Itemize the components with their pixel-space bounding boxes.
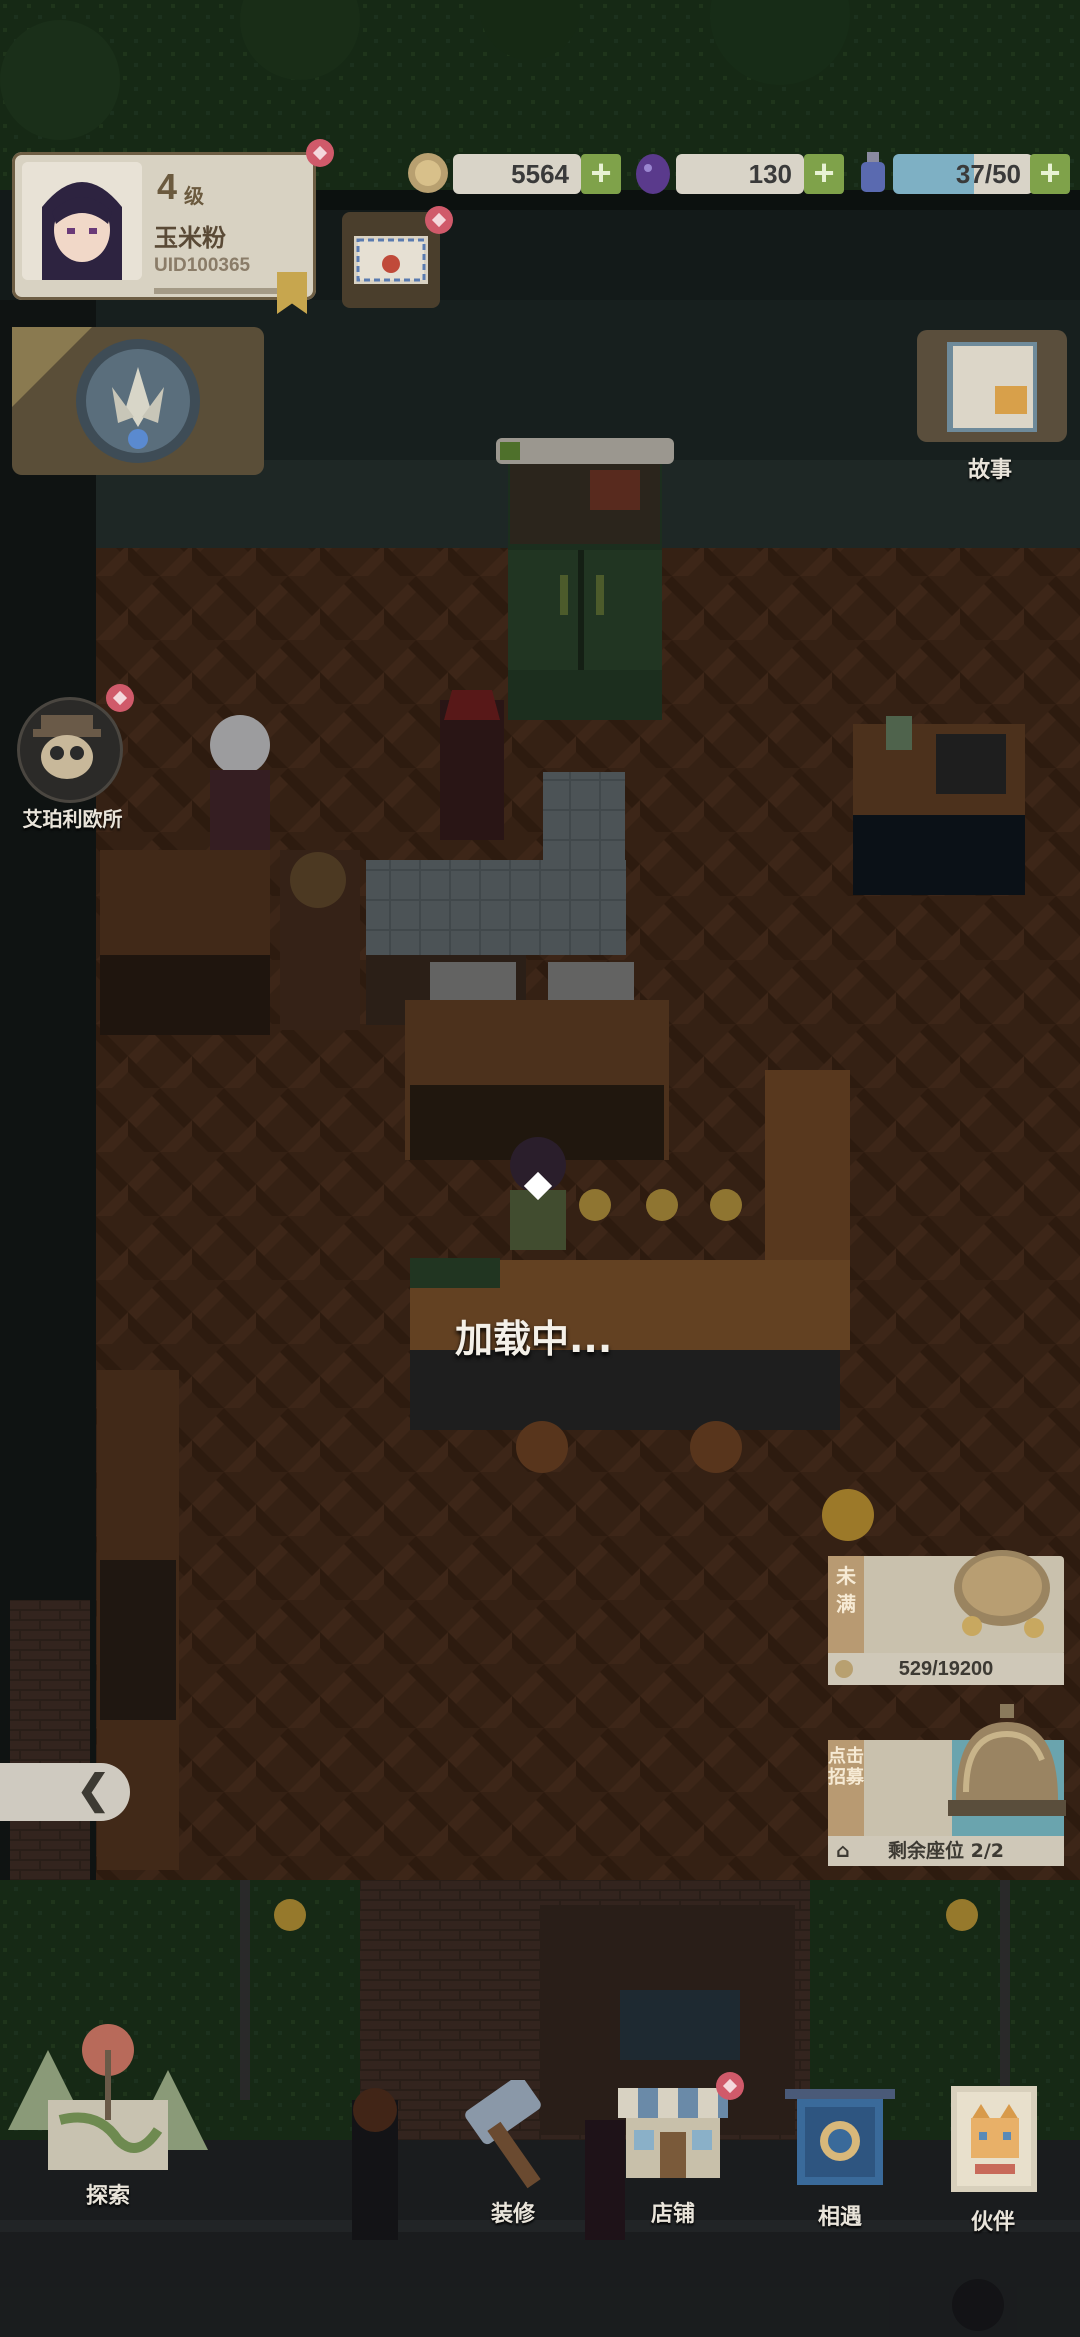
potion-icon bbox=[861, 152, 885, 192]
hammer-icon bbox=[465, 2075, 541, 2189]
coin-small-icon bbox=[835, 1660, 853, 1678]
character-demon-seated bbox=[440, 690, 504, 840]
fridge-progress-bar bbox=[496, 438, 674, 464]
npc-label: 艾珀利欧所 bbox=[22, 807, 123, 831]
gem-counter: 130 + bbox=[628, 150, 848, 198]
mail-button[interactable] bbox=[342, 212, 440, 308]
add-coins-button[interactable]: + bbox=[581, 154, 621, 194]
npc-badge-dot bbox=[106, 684, 134, 712]
remaining-seats: ⌂ 剩余座位 2/2 bbox=[828, 1836, 1064, 1866]
coin-icon bbox=[408, 153, 448, 193]
profile-badge-dot bbox=[306, 139, 334, 167]
player-level-unit: 级 bbox=[184, 184, 204, 208]
partner-card-icon bbox=[951, 2086, 1037, 2192]
season-emblem-button[interactable] bbox=[12, 327, 264, 475]
recruit-tag: 点击招募 bbox=[828, 1740, 864, 1836]
recruit-panel[interactable]: 点击招募 bbox=[822, 1700, 1072, 1836]
nav-partner-label: 伙伴 bbox=[970, 2210, 1015, 2235]
nav-decorate[interactable]: 装修 bbox=[450, 2075, 580, 2230]
character-white-fox bbox=[210, 715, 270, 850]
player-uid: UID100365 bbox=[154, 255, 251, 276]
story-button[interactable]: 故事 bbox=[915, 330, 1075, 483]
energy-amount: 37/50 bbox=[893, 154, 1033, 194]
earnings-progress: 529/19200 bbox=[828, 1653, 1064, 1685]
coin-counter: 5564 + bbox=[405, 150, 625, 198]
nav-shop-label: 店铺 bbox=[650, 2202, 695, 2227]
nav-explore[interactable]: 探索 bbox=[8, 2010, 208, 2210]
story-book-icon bbox=[947, 342, 1037, 432]
mail-badge-dot bbox=[425, 206, 453, 234]
shop-badge-dot bbox=[716, 2072, 744, 2100]
nav-partner[interactable]: 伙伴 bbox=[935, 2080, 1065, 2240]
collapse-tab[interactable]: ❮ bbox=[0, 1763, 130, 1821]
encounter-board-icon bbox=[785, 2089, 895, 2185]
earnings-status-tag: 未满 bbox=[828, 1556, 864, 1656]
explore-map-icon bbox=[8, 2024, 208, 2170]
add-gems-button[interactable]: + bbox=[804, 154, 844, 194]
gem-egg-icon bbox=[636, 154, 670, 194]
bar-stool bbox=[516, 1421, 568, 1473]
wheat-emblem-icon bbox=[12, 327, 200, 463]
gem-amount: 130 bbox=[676, 154, 804, 194]
coin-amount: 5564 bbox=[453, 154, 581, 194]
service-bell-icon bbox=[948, 1704, 1066, 1816]
player-nickname: 玉米粉 bbox=[154, 224, 226, 252]
player-profile-card[interactable]: 4 级 玉米粉 UID100365 bbox=[12, 152, 316, 314]
player-level: 4 bbox=[157, 166, 178, 207]
wood-pillar bbox=[765, 1070, 850, 1270]
chevron-left-icon: ❮ bbox=[76, 1768, 110, 1812]
piggy-bank-icon bbox=[954, 1550, 1050, 1638]
seat-icon: ⌂ bbox=[836, 1840, 850, 1862]
nav-decorate-label: 装修 bbox=[490, 2202, 535, 2227]
loading-text: 加载中... bbox=[455, 1317, 613, 1361]
add-energy-button[interactable]: + bbox=[1030, 154, 1070, 194]
pedestrian-3 bbox=[952, 2279, 1004, 2331]
story-label: 故事 bbox=[967, 458, 1012, 483]
earnings-progress-text: 529/19200 bbox=[898, 1658, 994, 1680]
player-avatar bbox=[22, 162, 142, 280]
mail-icon bbox=[354, 236, 428, 284]
nav-encounter[interactable]: 相遇 bbox=[775, 2075, 905, 2235]
bar-stool-2 bbox=[690, 1421, 742, 1473]
game-screen: { "player": { "level": "4", "level_unit"… bbox=[0, 0, 1080, 2337]
owl-detective-icon bbox=[33, 715, 101, 779]
nav-encounter-label: 相遇 bbox=[817, 2205, 862, 2230]
remaining-seats-text: 剩余座位 2/2 bbox=[888, 1840, 1004, 1862]
nav-explore-label: 探索 bbox=[85, 2184, 130, 2209]
energy-counter: 37/50 + bbox=[855, 150, 1070, 198]
